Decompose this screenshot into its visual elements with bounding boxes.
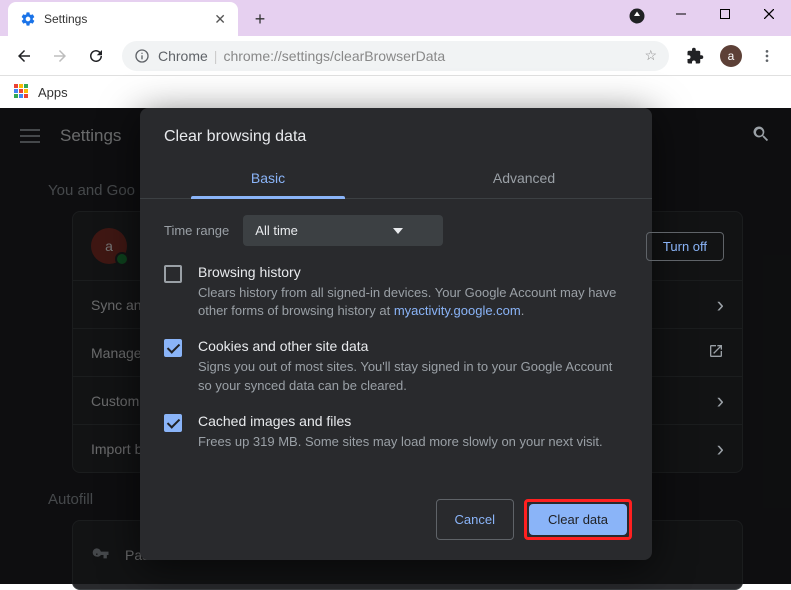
search-button[interactable] [751,124,771,149]
tab-advanced[interactable]: Advanced [396,158,652,198]
cancel-button[interactable]: Cancel [436,499,514,540]
chevron-down-icon [393,228,403,234]
addr-separator: | [214,48,218,64]
myactivity-link[interactable]: myactivity.google.com [394,303,521,318]
highlight-annotation: Clear data [524,499,632,540]
settings-page: Settings You and Goo a al S Turn off Syn… [0,108,791,584]
dialog-title: Clear browsing data [140,108,652,158]
apps-label[interactable]: Apps [38,85,68,100]
forward-button[interactable] [44,40,76,72]
address-bar[interactable]: Chrome | chrome://settings/clearBrowserD… [122,41,669,71]
time-range-select[interactable]: All time [243,215,443,246]
tab-basic[interactable]: Basic [140,158,396,198]
close-window-button[interactable] [747,0,791,28]
chevron-right-icon: › [717,388,724,414]
window-titlebar: Settings ✕ + [0,0,791,36]
external-link-icon [708,343,724,362]
account-indicator-icon[interactable] [628,7,646,25]
opt-desc: Frees up 319 MB. Some sites may load mor… [198,433,603,451]
time-range-label: Time range [164,223,229,238]
dialog-footer: Cancel Clear data [140,485,652,560]
opt-desc: Signs you out of most sites. You'll stay… [198,358,628,394]
clear-data-button[interactable]: Clear data [529,504,627,535]
bookmark-star-icon[interactable]: ☆ [644,47,657,64]
minimize-button[interactable] [659,0,703,28]
dialog-tabs: Basic Advanced [140,158,652,199]
option-cache: Cached images and files Frees up 319 MB.… [164,413,628,451]
maximize-button[interactable] [703,0,747,28]
chevron-right-icon: › [717,292,724,318]
new-tab-button[interactable]: + [246,5,274,33]
option-cookies: Cookies and other site data Signs you ou… [164,338,628,394]
opt-title: Cookies and other site data [198,338,628,354]
avatar-initial: a [720,45,742,67]
checkbox-cookies[interactable] [164,339,182,357]
turn-off-button[interactable]: Turn off [646,232,724,261]
chrome-label: Chrome [158,48,208,64]
browser-menu-button[interactable] [751,40,783,72]
chevron-right-icon: › [717,436,724,462]
opt-desc: Clears history from all signed-in device… [198,284,628,320]
settings-gear-icon [20,11,36,27]
browser-toolbar: Chrome | chrome://settings/clearBrowserD… [0,36,791,76]
back-button[interactable] [8,40,40,72]
apps-icon[interactable] [14,84,30,100]
tab-title: Settings [44,12,214,26]
bookmarks-bar: Apps [0,76,791,108]
checkbox-cache[interactable] [164,414,182,432]
opt-title: Browsing history [198,264,628,280]
checkbox-browsing-history[interactable] [164,265,182,283]
url-text: chrome://settings/clearBrowserData [223,48,445,64]
tab-close-icon[interactable]: ✕ [214,11,226,28]
profile-button[interactable]: a [715,40,747,72]
window-controls [659,0,791,28]
clear-browsing-data-dialog: Clear browsing data Basic Advanced Time … [140,108,652,560]
opt-title: Cached images and files [198,413,603,429]
dialog-body: Time range All time Browsing history Cle… [140,199,652,485]
reload-button[interactable] [80,40,112,72]
site-info-icon [134,48,150,64]
extensions-button[interactable] [679,40,711,72]
option-browsing-history: Browsing history Clears history from all… [164,264,628,320]
browser-tab[interactable]: Settings ✕ [8,2,238,36]
